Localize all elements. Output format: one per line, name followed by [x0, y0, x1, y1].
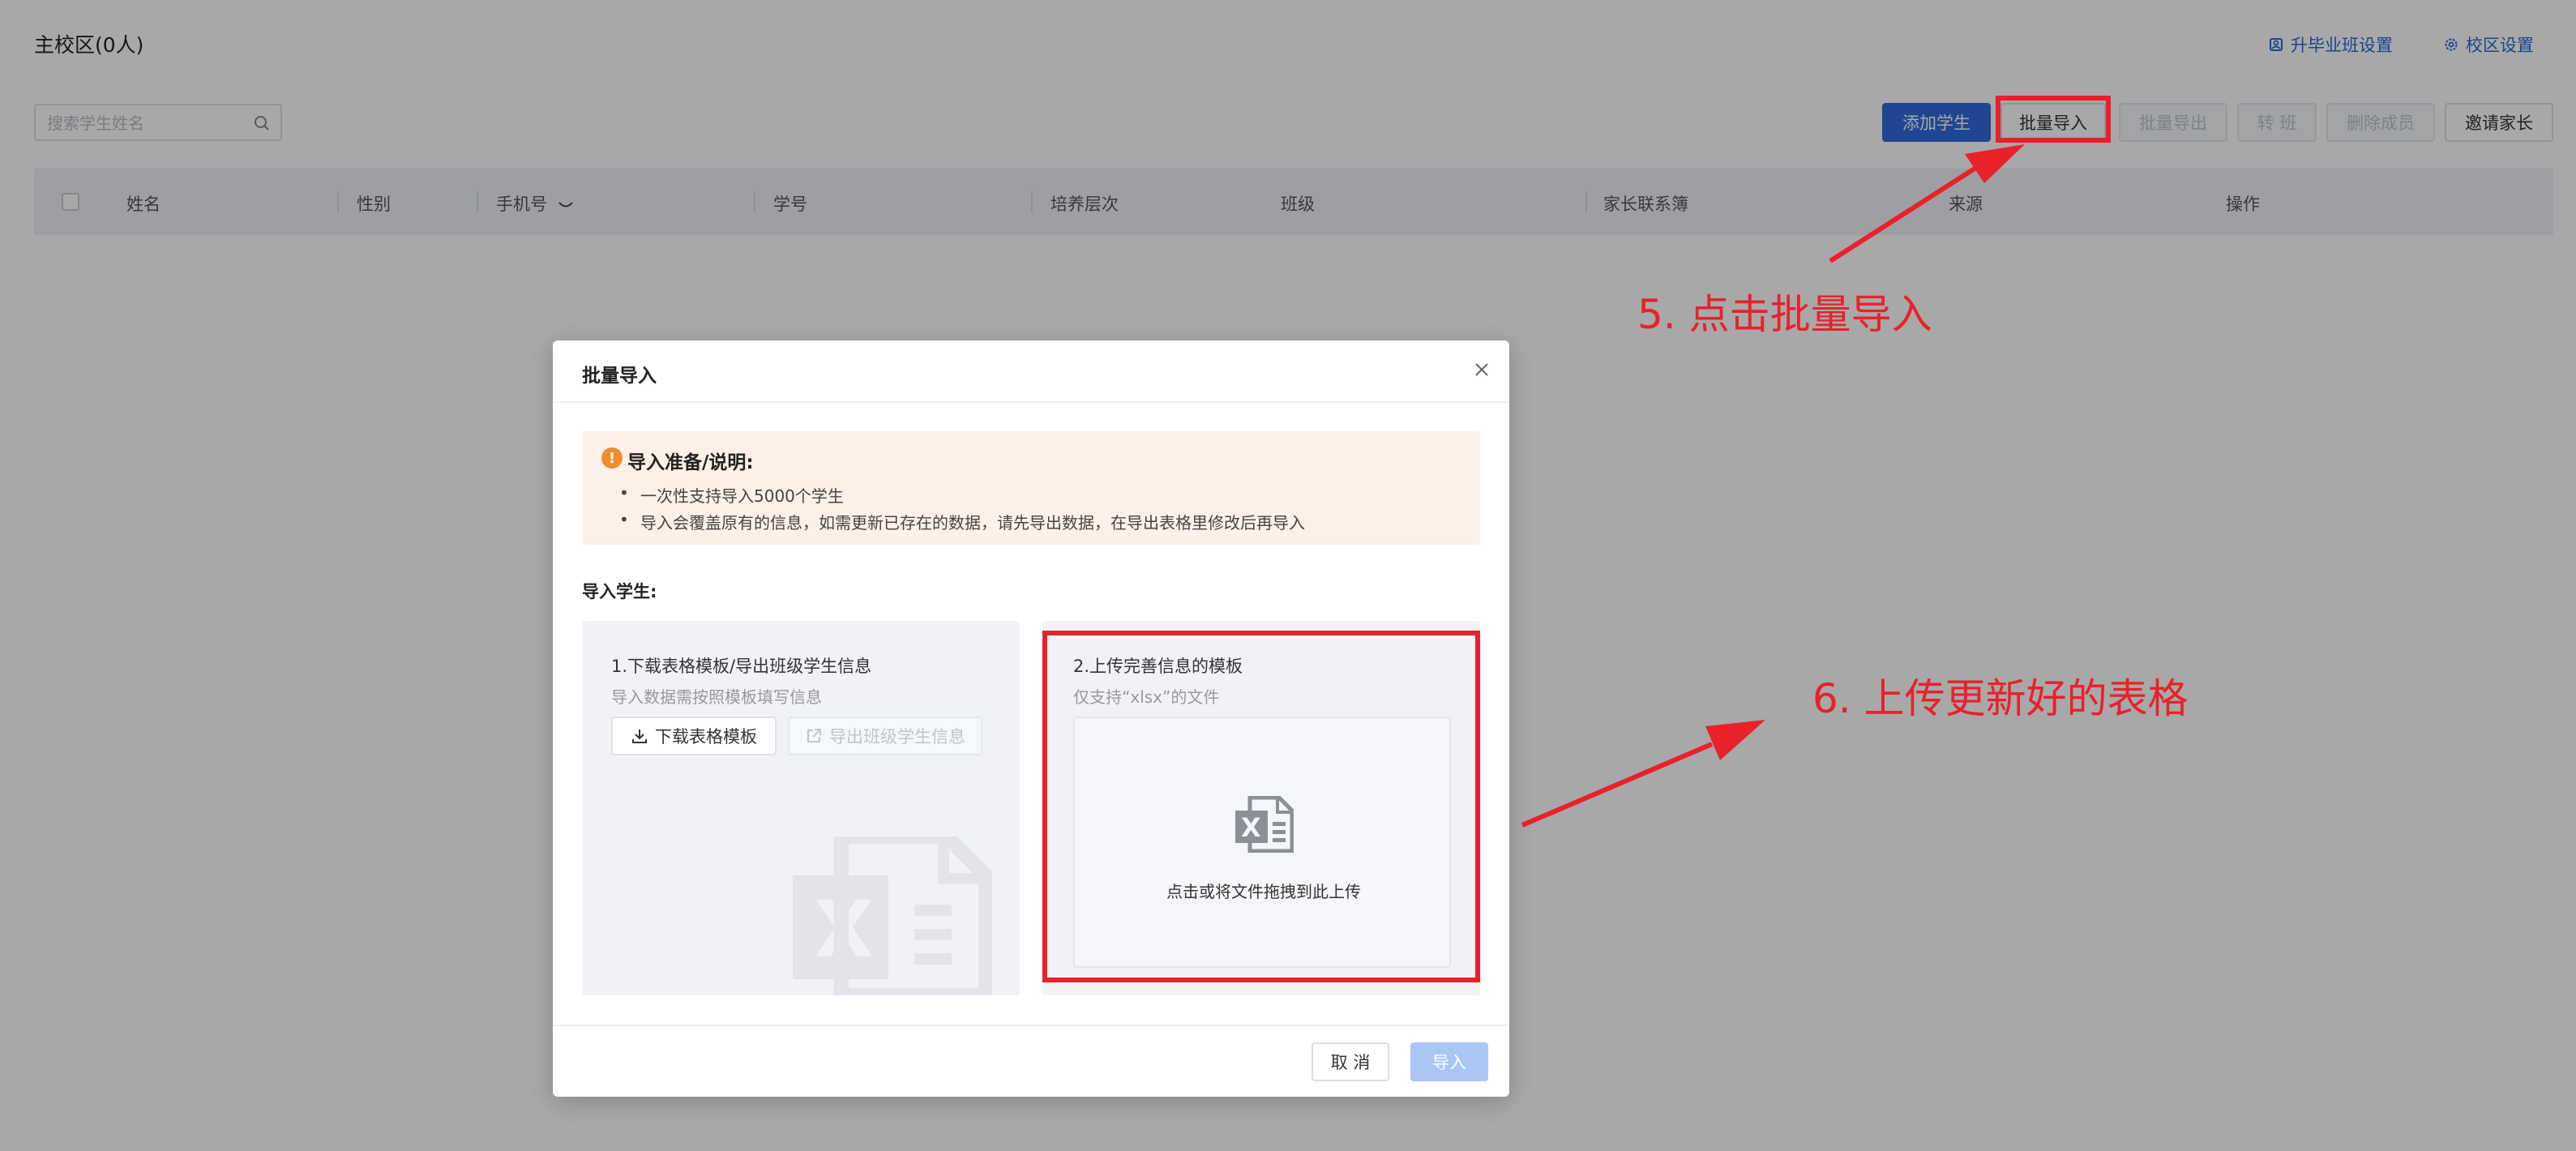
annotation-step6: 6. 上传更新好的表格 — [1812, 675, 2189, 722]
arrow-head-icon — [1705, 720, 1765, 760]
annotation-arrows — [1521, 144, 2025, 828]
arrow-head-icon — [1965, 144, 2025, 183]
annotation-step5: 5. 点击批量导入 — [1637, 291, 1932, 338]
